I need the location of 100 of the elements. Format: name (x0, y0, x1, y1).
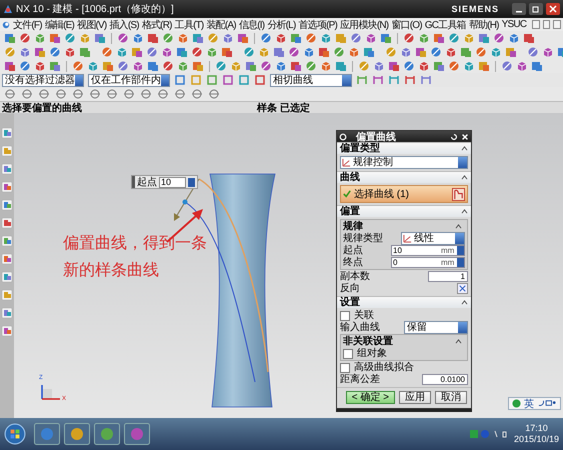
cube-icon[interactable] (516, 60, 528, 72)
tool-icon[interactable] (350, 32, 362, 44)
tool-icon[interactable] (388, 60, 400, 72)
cube-icon[interactable] (275, 32, 287, 44)
menu-item[interactable]: 分析(L) (267, 18, 296, 32)
tool-icon[interactable] (290, 32, 302, 44)
tool-icon[interactable] (531, 60, 543, 72)
tool-icon[interactable] (493, 32, 505, 44)
collapse-icon[interactable] (461, 146, 468, 151)
taskbar-app-icon[interactable] (94, 423, 120, 445)
cube-icon[interactable] (161, 46, 173, 58)
cube-icon[interactable] (177, 32, 189, 44)
tool-icon[interactable] (403, 32, 415, 44)
tool-icon[interactable] (433, 32, 445, 44)
taskbar-app-icon[interactable] (34, 423, 60, 445)
tool-icon[interactable] (501, 60, 513, 72)
cube-icon[interactable] (508, 32, 520, 44)
snap-icon[interactable] (191, 88, 203, 100)
tool-icon[interactable] (174, 74, 186, 86)
cube-icon[interactable] (365, 32, 377, 44)
tool-icon[interactable] (523, 32, 535, 44)
resource-tab-icon[interactable] (1, 199, 13, 211)
cube-icon[interactable] (116, 46, 128, 58)
type-dropdown[interactable]: 规律控制 (340, 156, 468, 169)
tool-icon[interactable] (162, 32, 174, 44)
snap-icon[interactable] (208, 88, 220, 100)
tool-icon[interactable] (4, 60, 16, 72)
resource-tab-icon[interactable] (1, 289, 13, 301)
snap-icon[interactable] (106, 88, 118, 100)
resource-tab-icon[interactable] (1, 325, 13, 337)
tool-icon[interactable] (131, 46, 143, 58)
cube-icon[interactable] (206, 46, 218, 58)
cube-icon[interactable] (87, 60, 99, 72)
tool-icon[interactable] (146, 46, 158, 58)
resource-tab-icon[interactable] (1, 307, 13, 319)
tool-icon[interactable] (4, 46, 16, 58)
snap-icon[interactable] (174, 88, 186, 100)
snap-icon[interactable] (4, 88, 16, 100)
cube-icon[interactable] (230, 60, 242, 72)
resource-tab-icon[interactable] (1, 253, 13, 265)
section-header[interactable]: 偏置 (337, 205, 471, 217)
tool-icon[interactable] (243, 46, 255, 58)
settings-icon[interactable] (339, 132, 347, 140)
tool-icon[interactable] (102, 60, 114, 72)
collapse-icon[interactable] (455, 339, 462, 344)
menu-item[interactable]: 首选项(P) (298, 18, 338, 32)
tool-icon[interactable] (385, 46, 397, 58)
cube-icon[interactable] (303, 46, 315, 58)
resource-tab-icon[interactable] (1, 127, 13, 139)
clock-time[interactable]: 17:10 (525, 423, 548, 434)
collapse-icon[interactable] (461, 209, 468, 214)
tool-icon[interactable] (72, 60, 84, 72)
start-button[interactable] (4, 423, 26, 445)
cube-icon[interactable] (320, 60, 332, 72)
onscreen-input-box[interactable]: 起点 10 (131, 175, 198, 189)
restore-button[interactable] (529, 3, 543, 15)
cube-icon[interactable] (177, 60, 189, 72)
resource-tab-icon[interactable] (1, 271, 13, 283)
menu-item[interactable]: 窗口(O) (391, 18, 422, 32)
tool-icon[interactable] (403, 60, 415, 72)
tool-icon[interactable] (147, 60, 159, 72)
snap-icon[interactable] (55, 88, 67, 100)
tool-icon[interactable] (215, 60, 227, 72)
menu-item[interactable]: 编辑(E) (44, 18, 74, 32)
cube-icon[interactable] (542, 46, 554, 58)
menu-item[interactable]: 信息(I) (238, 18, 264, 32)
tool-icon[interactable] (404, 74, 416, 86)
tool-icon[interactable] (190, 74, 202, 86)
tool-icon[interactable] (527, 46, 539, 58)
ime-mode[interactable]: 英 (524, 396, 534, 410)
tool-icon[interactable] (305, 32, 317, 44)
tool-icon[interactable] (191, 46, 203, 58)
tool-icon[interactable] (372, 74, 384, 86)
tool-icon[interactable] (206, 74, 218, 86)
tool-icon[interactable] (478, 32, 490, 44)
tool-icon[interactable] (505, 46, 517, 58)
tool-icon[interactable] (288, 46, 300, 58)
menu-item[interactable]: YSUC (502, 19, 526, 30)
tool-icon[interactable] (433, 60, 445, 72)
cube-icon[interactable] (19, 46, 31, 58)
curve-select-icon[interactable] (452, 188, 465, 200)
cube-icon[interactable] (258, 46, 270, 58)
menu-item[interactable]: 文件(F) (12, 18, 42, 32)
copies-field[interactable]: 1 (428, 271, 468, 282)
group-header[interactable]: 非关联设置 (343, 336, 465, 347)
tool-icon[interactable] (430, 46, 442, 58)
tool-icon[interactable] (176, 46, 188, 58)
tool-icon[interactable] (192, 32, 204, 44)
tool-icon[interactable] (388, 74, 400, 86)
checkbox[interactable] (340, 310, 350, 320)
curve-rule-dropdown[interactable]: 相切曲线 (270, 74, 352, 86)
tool-icon[interactable] (260, 32, 272, 44)
menu-item[interactable]: 插入(S) (109, 18, 139, 32)
tool-icon[interactable] (358, 60, 370, 72)
tool-icon[interactable] (335, 60, 347, 72)
taskbar-app-icon[interactable] (124, 423, 150, 445)
snap-icon[interactable] (72, 88, 84, 100)
snap-icon[interactable] (140, 88, 152, 100)
snap-icon[interactable] (89, 88, 101, 100)
dialog-button[interactable]: < 确定 > (346, 391, 395, 404)
